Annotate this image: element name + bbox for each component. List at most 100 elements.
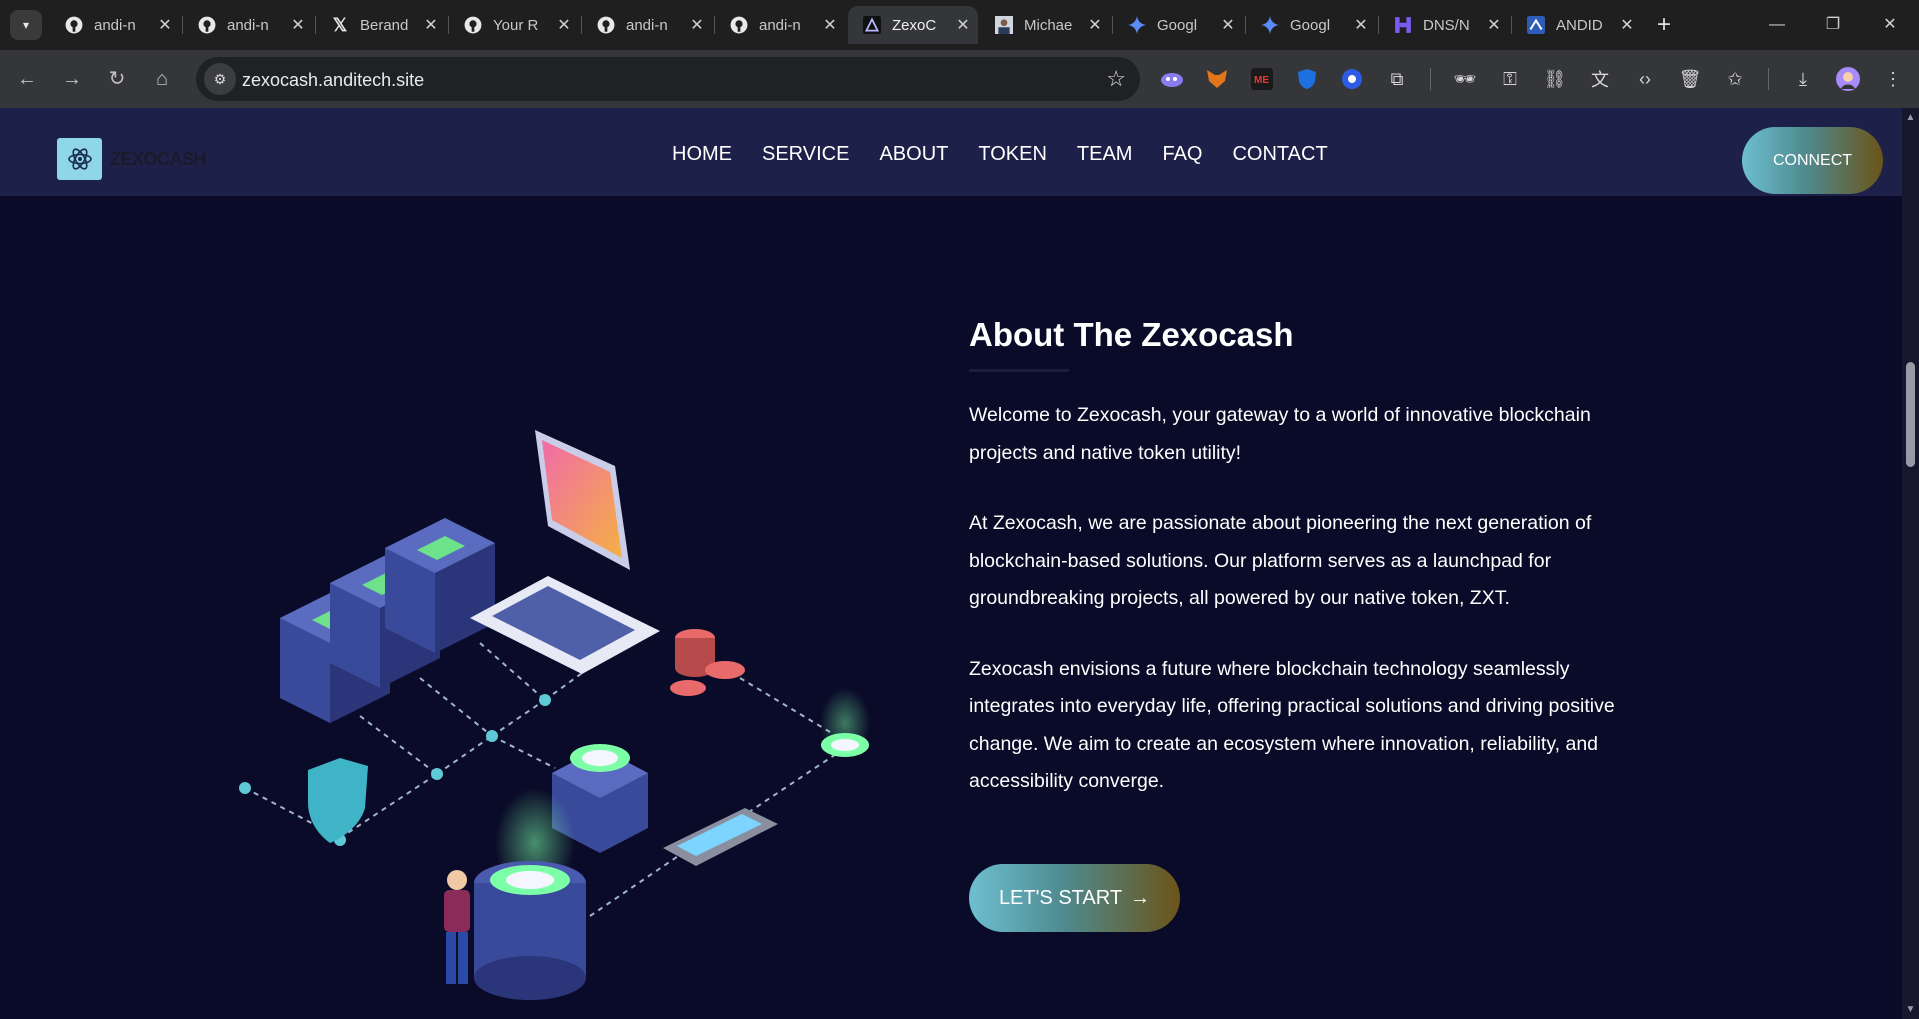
blockchain-illustration (239, 430, 870, 1000)
back-button[interactable]: ← (12, 64, 42, 94)
home-icon: ⌂ (155, 68, 169, 90)
tab-title: andi-n (759, 16, 801, 34)
metamask-fox-icon[interactable] (1204, 66, 1230, 92)
page-viewport: ZEXOCASH HOME SERVICE ABOUT TOKEN TEAM F… (0, 108, 1902, 1019)
download-icon[interactable]: ⤓ (1790, 66, 1816, 92)
tab-title: Your R (493, 16, 539, 34)
svg-text:ME: ME (1254, 75, 1269, 86)
bookmarks-star-icon[interactable]: ✩ (1722, 66, 1748, 92)
scroll-down-icon[interactable]: ▼ (1905, 1004, 1916, 1015)
site-logo[interactable]: ZEXOCASH (57, 138, 207, 180)
url-text[interactable]: zexocash.anditech.site (242, 70, 424, 91)
close-icon[interactable]: ✕ (556, 15, 572, 35)
tab-title: Googl (1290, 16, 1331, 34)
about-section: About The Zexocash Welcome to Zexocash, … (969, 315, 1649, 801)
incognito-icon[interactable]: 🕶 (1452, 66, 1478, 92)
close-icon[interactable]: ✕ (1087, 15, 1103, 35)
tab-10[interactable]: DNS/N ✕ (1379, 6, 1509, 44)
shield-extension-icon[interactable] (1294, 66, 1320, 92)
lets-start-button[interactable]: LET'S START → (969, 864, 1180, 932)
link-icon[interactable]: ⛓ (1542, 66, 1568, 92)
scroll-up-icon[interactable]: ▲ (1905, 112, 1916, 123)
forward-button[interactable]: → (57, 64, 87, 94)
close-icon[interactable]: ✕ (955, 15, 971, 35)
nav-home[interactable]: HOME (672, 136, 732, 172)
close-icon[interactable]: ✕ (1220, 15, 1236, 35)
nav-token[interactable]: TOKEN (978, 136, 1047, 172)
tab-title: Michae (1024, 16, 1073, 34)
connect-button[interactable]: CONNECT (1742, 127, 1883, 194)
minimize-icon: — (1769, 16, 1785, 33)
tab-8[interactable]: Googl ✕ (1113, 6, 1243, 44)
extensions-puzzle-icon[interactable]: ⧉ (1384, 66, 1410, 92)
nav-team[interactable]: TEAM (1077, 136, 1133, 172)
password-key-icon[interactable]: ⚿ (1497, 66, 1523, 92)
tab-6-active[interactable]: ZexoC ✕ (848, 6, 978, 44)
about-paragraph-3: Zexocash envisions a future where blockc… (969, 657, 1615, 793)
avatar-icon (994, 15, 1014, 35)
extension-mx-icon[interactable]: ME (1249, 66, 1275, 92)
tab-7[interactable]: Michae ✕ (980, 6, 1110, 44)
close-icon[interactable]: ✕ (1353, 15, 1369, 35)
close-icon[interactable]: ✕ (290, 15, 306, 35)
main-nav: HOME SERVICE ABOUT TOKEN TEAM FAQ CONTAC… (672, 136, 1358, 172)
nav-faq[interactable]: FAQ (1162, 136, 1202, 172)
tab-3[interactable]: Your R ✕ (449, 6, 579, 44)
site-info-icon[interactable]: ⚙ (204, 63, 236, 95)
tab-9[interactable]: Googl ✕ (1246, 6, 1376, 44)
bookmark-star-icon[interactable]: ☆ (1106, 66, 1126, 92)
arrow-left-icon: ← (17, 68, 37, 90)
tab-title: ZexoC (892, 16, 937, 34)
tab-title: DNS/N (1423, 16, 1470, 34)
tab-5[interactable]: andi-n ✕ (715, 6, 845, 44)
tab-11[interactable]: ANDID ✕ (1512, 6, 1642, 44)
tab-4[interactable]: andi-n ✕ (582, 6, 712, 44)
close-icon[interactable]: ✕ (822, 15, 838, 35)
new-tab-button[interactable]: + (1652, 10, 1676, 40)
tab-1[interactable]: andi-n ✕ (183, 6, 313, 44)
extension-purple-icon[interactable] (1159, 66, 1185, 92)
tab-0[interactable]: andi-n ✕ (50, 6, 180, 44)
home-button[interactable]: ⌂ (147, 64, 177, 94)
browser-tab-strip: ▾ andi-n ✕ andi-n ✕ 𝕏 Berand ✕ Your R ✕ … (0, 0, 1919, 50)
arrow-right-icon: → (1130, 886, 1151, 909)
zexo-icon (862, 15, 882, 35)
gemini-icon (1260, 15, 1280, 35)
toolbar-divider (1768, 68, 1769, 90)
close-icon[interactable]: ✕ (157, 15, 173, 35)
restore-button[interactable]: ❐ (1813, 8, 1853, 42)
close-icon: ✕ (1883, 16, 1897, 33)
more-menu-icon[interactable]: ⋮ (1880, 66, 1906, 92)
scroll-thumb[interactable] (1906, 362, 1915, 467)
chevron-down-icon: ▾ (22, 18, 30, 32)
tab-title: andi-n (626, 16, 668, 34)
profile-avatar-icon[interactable] (1835, 66, 1861, 92)
github-icon (197, 15, 217, 35)
tab-2[interactable]: 𝕏 Berand ✕ (316, 6, 446, 44)
nav-about[interactable]: ABOUT (879, 136, 948, 172)
site-header: ZEXOCASH HOME SERVICE ABOUT TOKEN TEAM F… (0, 108, 1902, 196)
code-icon[interactable]: ‹› (1632, 66, 1658, 92)
address-bar[interactable]: ⚙ zexocash.anditech.site ☆ (196, 57, 1140, 101)
close-window-button[interactable]: ✕ (1870, 8, 1910, 42)
close-icon[interactable]: ✕ (1619, 15, 1635, 35)
translate-icon[interactable]: 文 (1587, 66, 1613, 92)
plus-icon: + (1656, 11, 1671, 38)
restore-icon: ❐ (1825, 16, 1841, 33)
close-icon[interactable]: ✕ (689, 15, 705, 35)
nav-contact[interactable]: CONTACT (1232, 136, 1327, 172)
page-scrollbar[interactable]: ▲ ▼ (1902, 108, 1919, 1019)
arrow-right-icon: → (62, 68, 82, 90)
lets-start-label: LET'S START (998, 886, 1123, 909)
circle-extension-icon[interactable] (1339, 66, 1365, 92)
close-icon[interactable]: ✕ (423, 15, 439, 35)
tab-title: Googl (1157, 16, 1198, 34)
tab-search-button[interactable]: ▾ (10, 10, 42, 40)
nav-service[interactable]: SERVICE (762, 136, 849, 172)
close-icon[interactable]: ✕ (1486, 15, 1502, 35)
minimize-button[interactable]: — (1757, 8, 1797, 42)
toolbar-divider (1430, 68, 1431, 90)
reload-button[interactable]: ↻ (102, 64, 132, 94)
tab-title: Berand (360, 16, 409, 34)
trash-icon[interactable]: 🗑 (1677, 66, 1703, 92)
